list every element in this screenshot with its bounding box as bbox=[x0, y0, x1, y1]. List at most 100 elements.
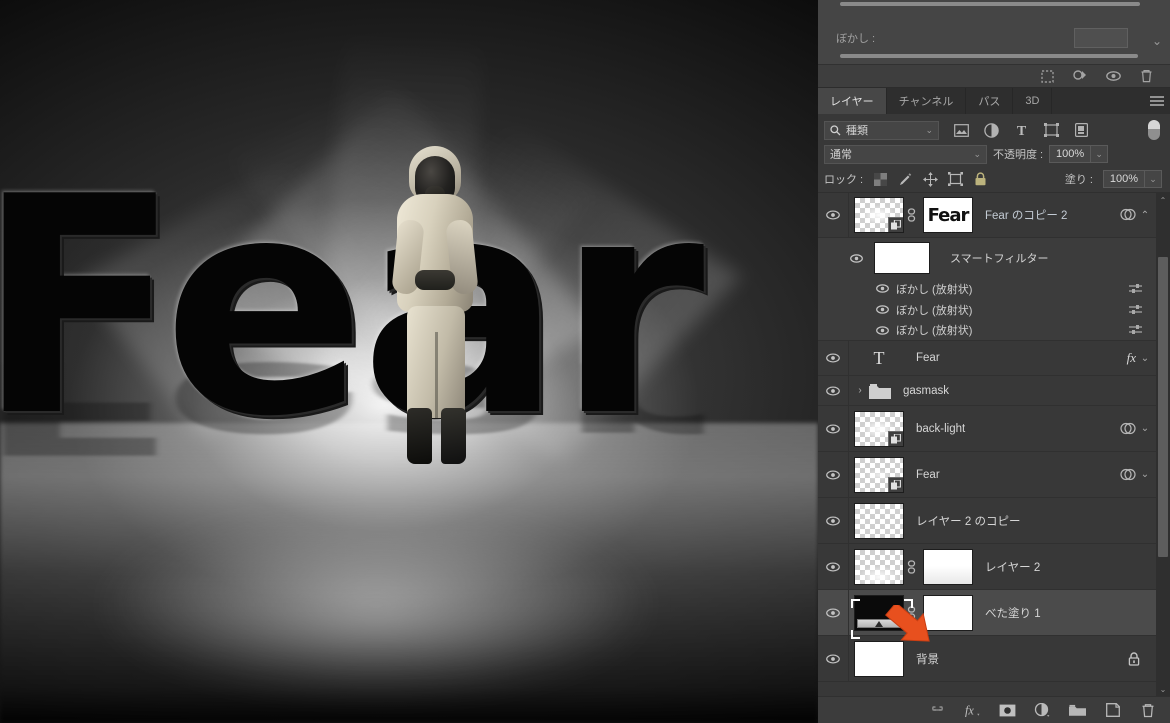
layer-row[interactable]: レイヤー 2 bbox=[818, 544, 1156, 590]
tab-paths[interactable]: パス bbox=[966, 88, 1014, 114]
shape-filter-icon[interactable] bbox=[1043, 122, 1060, 139]
pixel-filter-icon[interactable] bbox=[953, 122, 970, 139]
layer-row[interactable]: べた塗り 1 bbox=[818, 590, 1156, 639]
layer-style-fx-icon[interactable]: fx bbox=[964, 702, 981, 719]
layer-row[interactable]: back-light ⌄ bbox=[818, 406, 1156, 452]
layer-row[interactable]: レイヤー 2 のコピー bbox=[818, 498, 1156, 544]
chevron-down-icon[interactable]: ⌄ bbox=[1140, 353, 1150, 364]
scroll-up-arrow-icon[interactable]: ⌃ bbox=[1156, 193, 1170, 207]
layer-row[interactable]: 背景 bbox=[818, 636, 1156, 682]
layer-visibility-toggle[interactable] bbox=[818, 590, 849, 635]
panel-tab-bar: レイヤー チャンネル パス 3D bbox=[818, 88, 1170, 114]
tab-channels[interactable]: チャンネル bbox=[887, 88, 967, 114]
layer-visibility-toggle[interactable] bbox=[818, 406, 849, 451]
blending-options-icon[interactable] bbox=[1129, 283, 1156, 295]
fill-dropdown-icon[interactable]: ⌄ bbox=[1145, 170, 1162, 188]
layer-thumbnail[interactable] bbox=[854, 456, 904, 493]
chevron-right-icon[interactable]: › bbox=[853, 385, 867, 396]
layer-thumbnail[interactable] bbox=[854, 197, 904, 233]
chevron-down-icon[interactable]: ⌄ bbox=[1152, 34, 1162, 48]
filter-enable-toggle[interactable] bbox=[1148, 120, 1160, 140]
layer-thumbnail[interactable] bbox=[854, 410, 904, 447]
lock-artboard-icon[interactable] bbox=[948, 172, 964, 187]
smart-filter-visibility-toggle[interactable] bbox=[872, 284, 892, 293]
eye-icon[interactable] bbox=[1105, 68, 1121, 84]
smart-filter-row[interactable]: ぼかし (放射状) bbox=[818, 320, 1156, 341]
chevron-up-icon[interactable]: ⌃ bbox=[1140, 210, 1150, 221]
layer-row[interactable]: › gasmask bbox=[818, 376, 1156, 406]
trash-icon[interactable] bbox=[1138, 68, 1154, 84]
properties-slider-track-bottom[interactable] bbox=[840, 54, 1138, 58]
layer-thumbnail[interactable] bbox=[854, 640, 904, 677]
smart-filter-mask-thumbnail[interactable] bbox=[874, 242, 930, 274]
layers-scrollbar[interactable]: ⌃ ⌄ bbox=[1156, 193, 1170, 696]
load-selection-icon[interactable] bbox=[1072, 68, 1088, 84]
new-layer-icon[interactable] bbox=[1104, 702, 1121, 719]
opacity-input[interactable]: 100% bbox=[1049, 145, 1092, 163]
layer-visibility-toggle[interactable] bbox=[818, 452, 849, 497]
layer-mask-link-icon[interactable] bbox=[904, 605, 918, 620]
layer-mask-link-icon[interactable] bbox=[904, 559, 918, 574]
tab-layers[interactable]: レイヤー bbox=[818, 88, 887, 114]
hamburger-menu-icon[interactable] bbox=[1144, 88, 1170, 114]
layer-name: 背景 bbox=[916, 653, 939, 666]
layer-mask-thumbnail[interactable] bbox=[923, 548, 973, 585]
link-layers-icon[interactable] bbox=[929, 702, 946, 719]
layer-row[interactable]: T Fear fx ⌄ bbox=[818, 341, 1156, 376]
lock-position-icon[interactable] bbox=[923, 171, 939, 187]
layer-thumbnail[interactable] bbox=[854, 502, 904, 539]
feather-input[interactable] bbox=[1074, 28, 1128, 48]
layer-visibility-toggle[interactable] bbox=[818, 544, 849, 589]
blend-mode-select[interactable]: 通常 ⌄ bbox=[824, 144, 987, 164]
properties-slider-track-top[interactable] bbox=[840, 2, 1140, 6]
layer-row[interactable]: Fear Fear のコピー 2 ⌃ bbox=[818, 193, 1156, 238]
layers-list[interactable]: Fear Fear のコピー 2 ⌃ スマートフィルター ぼかし (放射状) ぼ… bbox=[818, 192, 1170, 696]
layer-visibility-toggle[interactable] bbox=[818, 636, 849, 681]
fill-input[interactable]: 100% bbox=[1103, 170, 1145, 188]
layer-row[interactable]: Fear ⌄ bbox=[818, 452, 1156, 498]
layer-visibility-toggle[interactable] bbox=[818, 376, 849, 405]
layer-name: gasmask bbox=[903, 384, 950, 397]
lock-image-icon[interactable] bbox=[898, 172, 913, 187]
scrollbar-track[interactable] bbox=[1156, 207, 1170, 682]
layer-thumbnail[interactable] bbox=[854, 594, 904, 631]
smart-filter-visibility-toggle[interactable] bbox=[846, 253, 866, 263]
scroll-down-arrow-icon[interactable]: ⌄ bbox=[1156, 682, 1170, 696]
smartobject-filter-icon[interactable] bbox=[1073, 122, 1090, 139]
layer-mask-thumbnail[interactable] bbox=[923, 594, 973, 631]
smart-filter-header-row[interactable]: スマートフィルター bbox=[818, 238, 1156, 278]
smart-filter-visibility-toggle[interactable] bbox=[872, 305, 892, 314]
smart-object-indicator-icon bbox=[1120, 422, 1136, 436]
smart-filter-row[interactable]: ぼかし (放射状) bbox=[818, 299, 1156, 320]
adjustment-filter-icon[interactable] bbox=[983, 122, 1000, 139]
smart-filter-visibility-toggle[interactable] bbox=[872, 325, 892, 335]
filter-kind-select[interactable]: 種類 ⌄ bbox=[824, 120, 939, 140]
layer-visibility-toggle[interactable] bbox=[818, 498, 849, 543]
layer-thumbnail[interactable] bbox=[854, 548, 904, 585]
layer-mask-thumbnail[interactable]: Fear bbox=[923, 197, 973, 233]
chevron-down-icon[interactable]: ⌄ bbox=[1140, 469, 1150, 480]
selection-icon[interactable] bbox=[1039, 68, 1055, 84]
lock-transparency-icon[interactable] bbox=[873, 172, 888, 187]
type-filter-icon[interactable]: T bbox=[1013, 122, 1030, 139]
chevron-down-icon[interactable]: ⌄ bbox=[1140, 423, 1150, 434]
layer-effects-fx-icon[interactable]: fx bbox=[1127, 350, 1136, 366]
layer-name: レイヤー 2 bbox=[985, 561, 1041, 574]
smart-filter-row[interactable]: ぼかし (放射状) bbox=[818, 278, 1156, 299]
scrollbar-thumb[interactable] bbox=[1158, 257, 1168, 557]
layer-visibility-toggle[interactable] bbox=[818, 193, 849, 237]
layer-visibility-toggle[interactable] bbox=[818, 341, 849, 375]
adjustment-layer-icon[interactable] bbox=[1034, 702, 1051, 719]
document-canvas[interactable]: Fear Fear bbox=[0, 0, 818, 723]
svg-text:fx: fx bbox=[965, 703, 974, 717]
layer-mask-link-icon[interactable] bbox=[904, 208, 918, 222]
opacity-dropdown-icon[interactable]: ⌄ bbox=[1091, 145, 1109, 163]
blending-options-icon[interactable] bbox=[1129, 304, 1156, 316]
new-group-icon[interactable] bbox=[1069, 702, 1086, 719]
tab-3d[interactable]: 3D bbox=[1013, 88, 1053, 114]
lock-all-icon[interactable] bbox=[973, 172, 988, 187]
delete-layer-icon[interactable] bbox=[1139, 702, 1156, 719]
add-mask-icon[interactable] bbox=[999, 702, 1016, 719]
lock-icon bbox=[1128, 651, 1150, 666]
blending-options-icon[interactable] bbox=[1129, 324, 1156, 336]
